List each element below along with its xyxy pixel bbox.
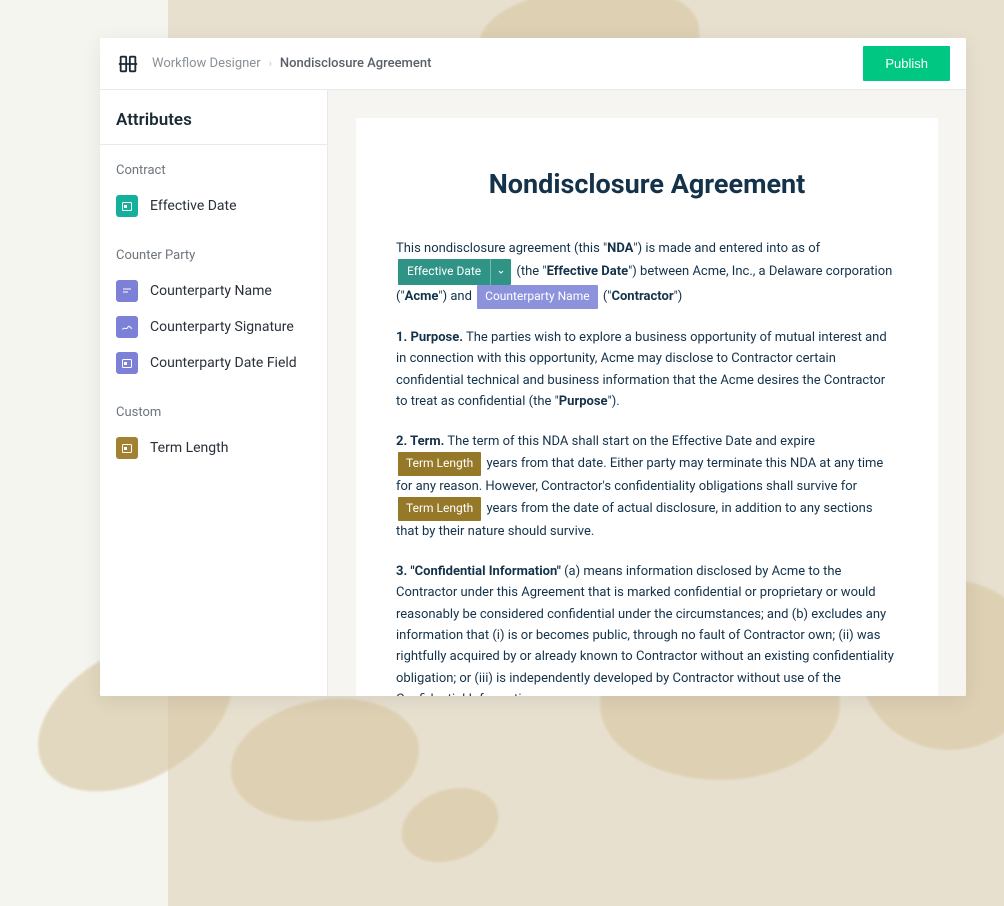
term-text: The term of this NDA shall start on the … — [444, 434, 815, 449]
sidebar-item-counterparty-name[interactable]: Counterparty Name — [114, 273, 313, 309]
breadcrumb: Workflow Designer › Nondisclosure Agreem… — [152, 56, 431, 71]
group-label-contract: Contract — [114, 163, 313, 178]
topbar-left: Workflow Designer › Nondisclosure Agreem… — [116, 52, 431, 76]
term-length-token[interactable]: Term Length — [398, 497, 481, 521]
group-label-custom: Custom — [114, 405, 313, 420]
sidebar: Attributes Contract Effective Date Count… — [100, 90, 328, 696]
intro-text: ") — [674, 289, 683, 304]
intro-text: ") and — [438, 289, 475, 304]
section-heading: 2. Term. — [396, 434, 444, 449]
token-label: Effective Date — [398, 259, 490, 285]
sidebar-group-contract: Contract Effective Date — [100, 145, 327, 230]
breadcrumb-current: Nondisclosure Agreement — [280, 56, 431, 71]
sidebar-item-counterparty-date[interactable]: Counterparty Date Field — [114, 345, 313, 381]
purpose-bold: Purpose — [559, 394, 608, 409]
intro-text: (the " — [513, 264, 546, 279]
sidebar-title: Attributes — [100, 90, 327, 145]
intro-effective-bold: Effective Date — [547, 264, 629, 279]
sidebar-item-term-length[interactable]: Term Length — [114, 430, 313, 466]
chevron-down-icon[interactable] — [490, 259, 511, 285]
sidebar-item-counterparty-signature[interactable]: Counterparty Signature — [114, 309, 313, 345]
app-logo-icon — [116, 52, 140, 76]
sidebar-item-label: Term Length — [150, 440, 228, 456]
sidebar-group-counterparty: Counter Party Counterparty Name Counterp… — [100, 230, 327, 387]
intro-text: This nondisclosure agreement (this " — [396, 241, 607, 256]
group-label-counterparty: Counter Party — [114, 248, 313, 263]
purpose-text: The parties wish to explore a business o… — [396, 330, 887, 409]
signature-icon — [116, 316, 138, 338]
sidebar-item-label: Counterparty Date Field — [150, 355, 297, 371]
breadcrumb-parent[interactable]: Workflow Designer — [152, 56, 261, 71]
app-window: Workflow Designer › Nondisclosure Agreem… — [100, 38, 966, 696]
counterparty-name-token[interactable]: Counterparty Name — [477, 285, 597, 309]
confidential-info-paragraph: 3. "Confidential Information" (a) means … — [396, 561, 898, 696]
purpose-tail: "). — [608, 394, 620, 409]
sidebar-item-effective-date[interactable]: Effective Date — [114, 188, 313, 224]
term-paragraph: 2. Term. The term of this NDA shall star… — [396, 431, 898, 543]
section-heading: 1. Purpose. — [396, 330, 463, 345]
intro-text: ") is made and entered into as of — [633, 241, 820, 256]
calendar-icon — [116, 437, 138, 459]
intro-nda-bold: NDA — [607, 241, 633, 256]
publish-button[interactable]: Publish — [863, 46, 950, 81]
effective-date-token[interactable]: Effective Date — [398, 259, 511, 285]
content-area: Nondisclosure Agreement This nondisclosu… — [328, 90, 966, 696]
document: Nondisclosure Agreement This nondisclosu… — [356, 118, 938, 696]
sidebar-item-label: Counterparty Signature — [150, 319, 294, 335]
topbar: Workflow Designer › Nondisclosure Agreem… — [100, 38, 966, 90]
chevron-right-icon: › — [269, 57, 272, 70]
calendar-icon — [116, 195, 138, 217]
document-title: Nondisclosure Agreement — [396, 168, 898, 200]
ci-text: (a) means information disclosed by Acme … — [396, 564, 894, 696]
intro-contractor-bold: Contractor — [611, 289, 673, 304]
term-length-token[interactable]: Term Length — [398, 452, 481, 476]
document-intro-paragraph: This nondisclosure agreement (this "NDA"… — [396, 238, 898, 309]
sidebar-item-label: Effective Date — [150, 198, 237, 214]
sidebar-item-label: Counterparty Name — [150, 283, 272, 299]
body-area: Attributes Contract Effective Date Count… — [100, 90, 966, 696]
intro-text: (" — [600, 289, 612, 304]
purpose-paragraph: 1. Purpose. The parties wish to explore … — [396, 327, 898, 413]
section-heading: 3. "Confidential Information" — [396, 564, 561, 579]
intro-acme-bold: Acme — [405, 289, 439, 304]
calendar-icon — [116, 352, 138, 374]
sidebar-group-custom: Custom Term Length — [100, 387, 327, 472]
text-lines-icon — [116, 280, 138, 302]
